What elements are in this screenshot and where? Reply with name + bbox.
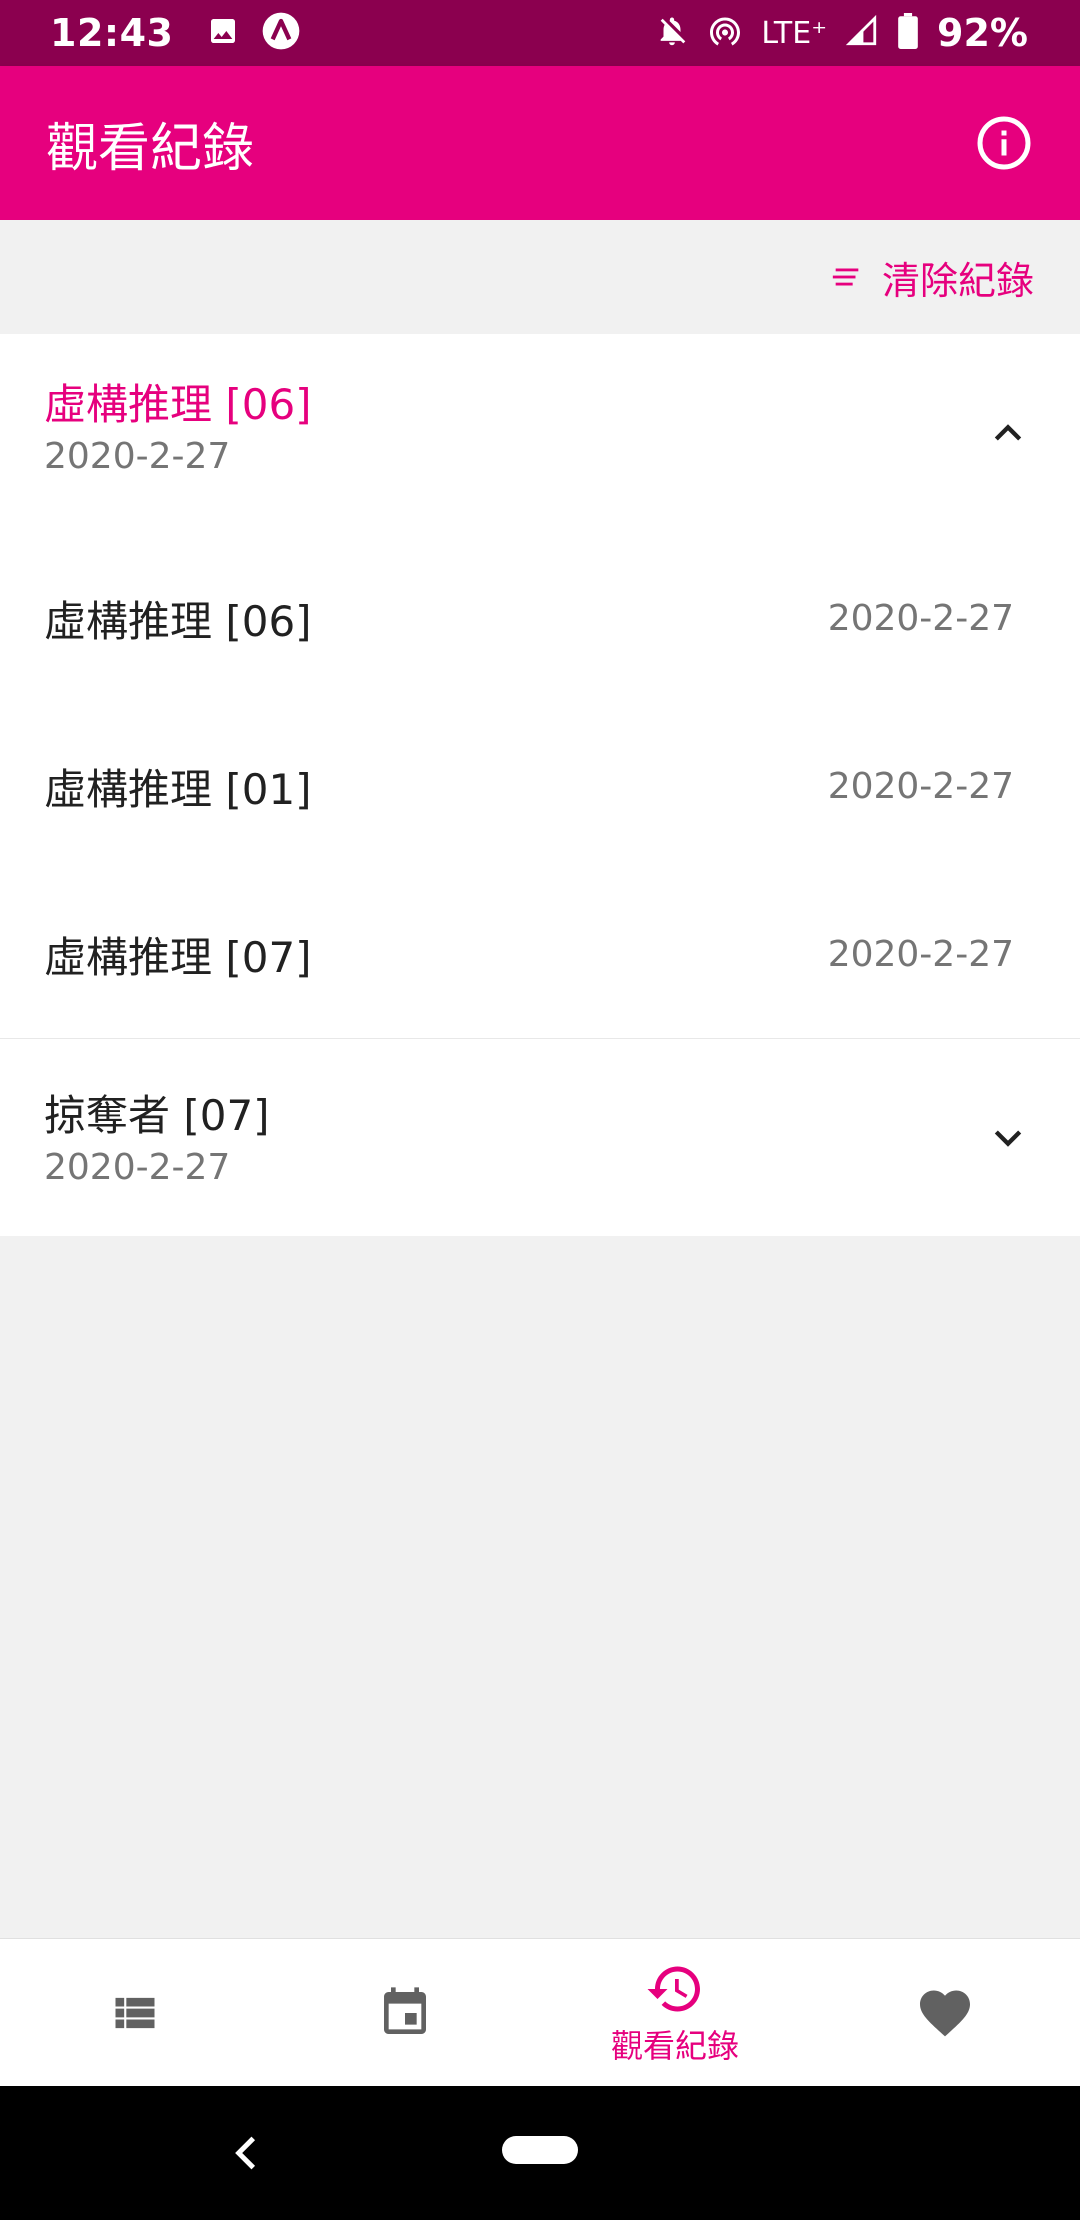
- app-bar: 觀看紀錄: [0, 66, 1080, 220]
- status-right: LTE⁺ 92%: [655, 11, 1028, 55]
- notifications-off-icon: [655, 14, 689, 52]
- history-episode-item[interactable]: 虛構推理 [01] 2020-2-27: [0, 702, 1080, 870]
- episode-date: 2020-2-27: [827, 765, 1014, 807]
- list-icon: [115, 1997, 155, 2029]
- back-arrow-icon: [235, 2136, 256, 2170]
- episode-title: 虛構推理 [07]: [44, 932, 312, 982]
- info-icon: [977, 116, 1031, 170]
- toolbar-row: 清除紀錄: [0, 220, 1080, 334]
- app-a-icon: [261, 11, 301, 55]
- nav-item-calendar[interactable]: [270, 1939, 540, 2087]
- nav-item-favorites[interactable]: [810, 1939, 1080, 2087]
- bottom-navigation: 觀看紀錄: [0, 1938, 1080, 2087]
- group-date: 2020-2-27: [44, 1147, 231, 1189]
- clear-history-button[interactable]: 清除紀錄: [830, 250, 1034, 305]
- history-icon: [647, 1966, 700, 2012]
- group-text: 掠奪者 [07] 2020-2-27: [44, 1091, 270, 1188]
- history-group-header[interactable]: 虛構推理 [06] 2020-2-27: [0, 334, 1080, 534]
- hotspot-icon: [707, 13, 743, 53]
- image-icon: [207, 15, 239, 51]
- history-group-header[interactable]: 掠奪者 [07] 2020-2-27: [0, 1038, 1080, 1236]
- episode-date: 2020-2-27: [827, 933, 1014, 975]
- sort-lines-icon: [832, 268, 859, 286]
- signal-icon: [845, 14, 879, 52]
- collapse-button[interactable]: [980, 406, 1036, 462]
- heart-icon: [920, 1990, 970, 2037]
- calendar-icon: [384, 1987, 426, 2034]
- expand-button[interactable]: [980, 1109, 1036, 1165]
- chevron-up-icon: [994, 424, 1022, 441]
- clear-history-label: 清除紀錄: [881, 258, 1034, 303]
- system-back-button[interactable]: [222, 2126, 272, 2180]
- battery-icon: [897, 13, 919, 53]
- episode-title: 虛構推理 [06]: [44, 596, 312, 646]
- group-title: 掠奪者 [07]: [44, 1091, 270, 1140]
- chevron-down-icon: [994, 1130, 1022, 1147]
- episode-title: 虛構推理 [01]: [44, 764, 312, 814]
- status-left-icons: [207, 11, 301, 55]
- history-episode-item[interactable]: 虛構推理 [07] 2020-2-27: [0, 870, 1080, 1038]
- status-bar: 12:43 LTE⁺ 92%: [0, 0, 1080, 66]
- group-text: 虛構推理 [06] 2020-2-27: [44, 380, 312, 477]
- status-time: 12:43: [50, 11, 174, 55]
- episode-date: 2020-2-27: [827, 597, 1014, 639]
- group-date: 2020-2-27: [44, 436, 231, 478]
- system-home-pill[interactable]: [502, 2136, 578, 2164]
- battery-percent: 92%: [937, 11, 1028, 55]
- history-episode-item[interactable]: 虛構推理 [06] 2020-2-27: [0, 534, 1080, 702]
- history-list: 虛構推理 [06] 2020-2-27 虛構推理 [06] 2020-2-27 …: [0, 334, 1080, 1236]
- group-title: 虛構推理 [06]: [44, 380, 312, 429]
- nav-item-history[interactable]: 觀看紀錄: [540, 1939, 810, 2087]
- nav-label-history: 觀看紀錄: [610, 2027, 739, 2065]
- system-navigation-bar: [0, 2086, 1080, 2220]
- page-title: 觀看紀錄: [46, 118, 255, 179]
- nav-item-list[interactable]: [0, 1939, 270, 2087]
- info-button[interactable]: [974, 113, 1034, 173]
- network-type: LTE⁺: [761, 15, 828, 51]
